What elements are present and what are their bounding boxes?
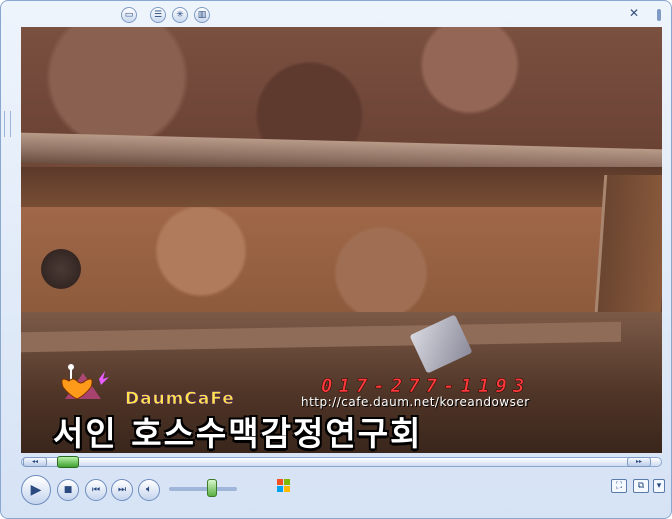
video-rock — [41, 249, 81, 289]
transport-bar: ▶ ■ ⏮ ⏭ 🔈︎ — [1, 469, 671, 519]
equalizer-icon[interactable]: ▥ — [194, 7, 210, 23]
close-icon[interactable]: ✕ — [627, 6, 641, 20]
video-mud — [21, 207, 621, 317]
list-icon[interactable]: ☰ — [150, 7, 166, 23]
video-side-panel — [593, 175, 662, 325]
stop-icon: ■ — [63, 485, 73, 495]
previous-icon: ⏮ — [91, 485, 101, 495]
next-icon: ⏭ — [117, 485, 127, 495]
media-player-window: ▭ ☰ ✳ ▥ ✕ DaumCaFe 017-277-1193 http://c… — [0, 0, 672, 519]
play-icon: ▶ — [30, 482, 42, 498]
video-trench-wall — [21, 167, 662, 211]
volume-slider-thumb[interactable] — [207, 479, 217, 497]
seek-forward-button[interactable]: ▸▸ — [627, 457, 651, 467]
phone-number: 017-277-1193 — [321, 375, 531, 398]
video-soil-top — [21, 27, 662, 153]
menu-tab-handle[interactable] — [657, 9, 661, 21]
seek-back-button[interactable]: ◂◂ — [23, 457, 47, 467]
switch-mode-icon[interactable]: ⧉ — [633, 479, 649, 493]
menu-icon[interactable]: ▾ — [653, 479, 665, 493]
stop-button[interactable]: ■ — [57, 479, 79, 501]
visualization-icon[interactable]: ✳ — [172, 7, 188, 23]
playback-controls: ◂◂ ▸▸ ▶ ■ ⏮ ⏭ 🔈︎ ⛶ ⧉ ▾ — [1, 453, 671, 519]
windows-logo-icon — [277, 479, 291, 493]
previous-button[interactable]: ⏮ — [85, 479, 107, 501]
folder-icon[interactable]: ▭ — [121, 7, 137, 23]
organization-name: 서인 호스수맥감정연구회 — [53, 414, 423, 453]
daum-cafe-logo: DaumCaFe — [125, 389, 235, 410]
full-mode-icon[interactable]: ⛶ — [611, 479, 627, 493]
speaker-icon: 🔈︎ — [146, 484, 152, 495]
resize-grip[interactable] — [4, 111, 11, 137]
video-frame[interactable]: DaumCaFe 017-277-1193 http://cafe.daum.n… — [21, 27, 662, 453]
title-bar: ▭ ☰ ✳ ▥ ✕ — [1, 1, 671, 27]
volume-track[interactable] — [169, 487, 237, 491]
seek-thumb[interactable] — [57, 456, 79, 468]
next-button[interactable]: ⏭ — [111, 479, 133, 501]
heart-logo-icon — [61, 364, 109, 400]
play-button[interactable]: ▶ — [21, 475, 51, 505]
seek-bar[interactable] — [21, 457, 662, 467]
mute-button[interactable]: 🔈︎ — [138, 479, 160, 501]
